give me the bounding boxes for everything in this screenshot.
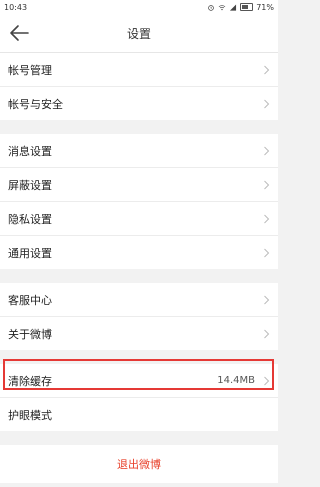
settings-item-message[interactable]: 消息设置 xyxy=(0,134,278,167)
settings-item-account-security[interactable]: 帐号与安全 xyxy=(0,86,278,120)
page-title: 设置 xyxy=(126,26,151,41)
settings-item-label: 消息设置 xyxy=(8,144,52,158)
settings-group-preferences: 消息设置 屏蔽设置 隐私设置 通用设置 xyxy=(0,134,278,269)
settings-item-clear-cache[interactable]: 清除缓存 14.4MB xyxy=(0,364,278,397)
logout-label: 退出微博 xyxy=(117,458,161,471)
settings-item-label: 隐私设置 xyxy=(8,212,52,226)
settings-group-storage: 清除缓存 14.4MB 护眼模式 xyxy=(0,364,278,431)
settings-item-label: 关于微博 xyxy=(8,327,52,341)
settings-item-account-management[interactable]: 帐号管理 xyxy=(0,53,278,86)
status-time: 10:43 xyxy=(4,2,28,12)
wifi-icon xyxy=(218,4,226,10)
settings-item-label: 屏蔽设置 xyxy=(8,178,52,192)
chevron-right-icon xyxy=(264,376,270,385)
alarm-icon xyxy=(208,4,215,11)
settings-item-privacy[interactable]: 隐私设置 xyxy=(0,201,278,235)
settings-item-label: 帐号与安全 xyxy=(8,97,63,111)
chevron-right-icon xyxy=(264,99,270,108)
settings-item-general[interactable]: 通用设置 xyxy=(0,235,278,269)
status-bar: 10:43 71% xyxy=(0,0,278,14)
nav-bar: 设置 xyxy=(0,14,278,53)
battery-icon xyxy=(240,3,254,11)
chevron-right-icon xyxy=(264,180,270,189)
settings-item-label: 清除缓存 xyxy=(8,374,52,388)
settings-group-support: 客服中心 关于微博 xyxy=(0,283,278,350)
cache-size-value: 14.4MB xyxy=(217,375,255,386)
battery-level: 71% xyxy=(256,2,274,12)
chevron-right-icon xyxy=(264,329,270,338)
chevron-right-icon xyxy=(264,65,270,74)
chevron-right-icon xyxy=(264,214,270,223)
settings-item-label: 客服中心 xyxy=(8,293,52,307)
settings-item-block[interactable]: 屏蔽设置 xyxy=(0,167,278,201)
status-icons: 71% xyxy=(207,3,274,12)
signal-icon xyxy=(230,3,237,11)
settings-item-eye-care[interactable]: 护眼模式 xyxy=(0,397,278,431)
chevron-right-icon xyxy=(264,146,270,155)
chevron-right-icon xyxy=(264,248,270,257)
arrow-left-icon[interactable] xyxy=(8,23,30,43)
logout-button[interactable]: 退出微博 xyxy=(0,445,278,483)
settings-item-about[interactable]: 关于微博 xyxy=(0,316,278,350)
settings-item-label: 护眼模式 xyxy=(8,408,52,422)
settings-item-label: 通用设置 xyxy=(8,246,52,260)
settings-group-account: 帐号管理 帐号与安全 xyxy=(0,53,278,120)
settings-item-customer-service[interactable]: 客服中心 xyxy=(0,283,278,316)
chevron-right-icon xyxy=(264,295,270,304)
settings-item-label: 帐号管理 xyxy=(8,63,52,77)
